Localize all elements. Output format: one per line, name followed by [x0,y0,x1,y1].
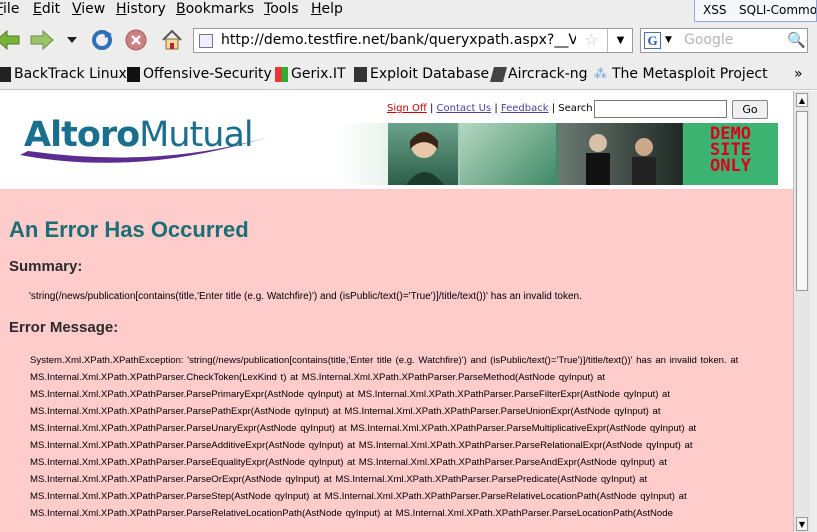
site-search-input[interactable] [594,100,727,118]
search-label: Search [558,103,593,114]
bookmarks-overflow-chevron[interactable]: » [794,66,803,82]
bookmark-backtrack[interactable]: BackTrack Linux [0,66,127,82]
site-header: Sign Off | Contact Us | Feedback | Searc… [0,91,793,189]
home-icon [162,29,182,50]
menu-edit[interactable]: Edit [33,1,60,17]
go-button[interactable]: Go [732,100,768,119]
offensive-security-icon [127,66,140,82]
window-edge [810,91,817,532]
feedback-link[interactable]: Feedback [501,103,549,114]
search-bar[interactable]: G ▼ Google 🔍 [640,28,808,53]
separator: | [429,103,434,114]
engine-dropdown-icon[interactable]: ▼ [665,35,672,45]
business-people-icon [586,134,656,185]
banner-photo-woman [388,123,458,185]
back-arrow-icon [0,29,20,51]
error-message-heading: Error Message: [9,319,119,336]
tab-xss[interactable]: XSS [703,3,726,17]
url-text[interactable]: http://demo.testfire.net/bank/queryxpath… [221,32,576,48]
menu-file[interactable]: File [0,1,19,17]
bookmark-label: BackTrack Linux [14,66,127,82]
page-content: Sign Off | Contact Us | Feedback | Searc… [0,91,793,532]
chevron-up-icon: ▲ [798,95,806,105]
bookmark-exploit-database[interactable]: Exploit Database [354,66,489,82]
bookmark-offensive-security[interactable]: Offensive-Security [127,66,272,82]
scroll-down-button[interactable]: ▼ [796,517,808,531]
bookmark-label: The Metasploit Project [612,66,768,82]
google-engine-icon[interactable]: G [644,32,661,49]
summary-text: 'string(/news/publication[contains(title… [29,291,582,302]
home-button[interactable] [158,26,186,54]
person-icon [406,132,444,185]
reload-button[interactable] [88,26,116,54]
url-dropdown-button[interactable]: ▼ [607,29,633,52]
contact-us-link[interactable]: Contact Us [437,103,492,114]
stop-button[interactable] [122,26,150,54]
demo-site-badge: DEMO SITE ONLY [683,123,778,185]
bookmark-label: Gerix.IT [291,66,346,82]
scrollbar-thumb[interactable] [796,111,808,291]
logo-part-altoro: Altoro [24,115,140,155]
reload-icon [92,30,112,50]
bookmark-aircrack[interactable]: Aircrack-ng [489,66,588,82]
logo-text: AltoroMutual [24,115,254,155]
top-links: Sign Off | Contact Us | Feedback | Searc… [387,103,593,114]
search-input[interactable]: Google [684,32,733,48]
bookmarks-toolbar: BackTrack Linux Offensive-Security Gerix… [0,60,817,90]
metasploit-icon: ⁂ [594,66,607,82]
error-message-text: System.Xml.XPath.XPathException: 'string… [30,355,739,519]
bookmark-label: Aircrack-ng [508,66,588,82]
history-dropdown-button[interactable] [58,26,86,54]
backtrack-icon [0,66,11,82]
aircrack-icon [489,66,508,82]
chevron-down-icon: ▼ [798,519,806,529]
stop-icon [125,29,147,51]
bookmark-gerix[interactable]: Gerix.IT [275,66,346,82]
logo-part-mutual: Mutual [139,115,253,155]
chevron-down-icon: ▼ [616,35,625,46]
menu-history[interactable]: History [116,1,166,17]
banner-photo-business [558,123,682,185]
tab-sqli[interactable]: SQLI-Commo [739,3,816,17]
forward-button[interactable] [28,26,56,54]
forward-arrow-icon [30,29,54,51]
summary-heading: Summary: [9,258,83,275]
exploit-database-icon [354,66,367,82]
page-title: An Error Has Occurred [9,217,249,242]
menu-tools[interactable]: Tools [264,1,299,17]
bookmark-label: Exploit Database [370,66,490,82]
menu-help[interactable]: Help [311,1,343,17]
gerix-icon [275,66,288,82]
separator: | [551,103,556,114]
separator: | [494,103,498,114]
banner-photo-laptop [460,123,556,185]
scroll-up-button[interactable]: ▲ [796,93,808,107]
bookmark-label: Offensive-Security [143,66,272,82]
sign-off-link[interactable]: Sign Off [387,103,427,114]
demo-line-3: ONLY [710,156,751,176]
bookmark-star-icon[interactable]: ☆ [584,30,598,49]
back-button[interactable] [0,26,22,54]
search-icon[interactable]: 🔍 [787,31,806,49]
tab-strip: XSS SQLI-Commo [694,0,817,22]
menu-view[interactable]: View [72,1,105,17]
bookmark-metasploit[interactable]: ⁂ The Metasploit Project [594,66,768,82]
navigation-toolbar: http://demo.testfire.net/bank/queryxpath… [0,22,817,60]
chevron-down-icon [67,37,77,43]
url-bar[interactable]: http://demo.testfire.net/bank/queryxpath… [193,28,633,53]
menu-bookmarks[interactable]: Bookmarks [176,1,254,17]
altoro-mutual-logo[interactable]: AltoroMutual [18,111,288,175]
vertical-scrollbar[interactable]: ▲ ▼ [793,91,810,532]
site-identity-icon[interactable] [199,34,213,48]
